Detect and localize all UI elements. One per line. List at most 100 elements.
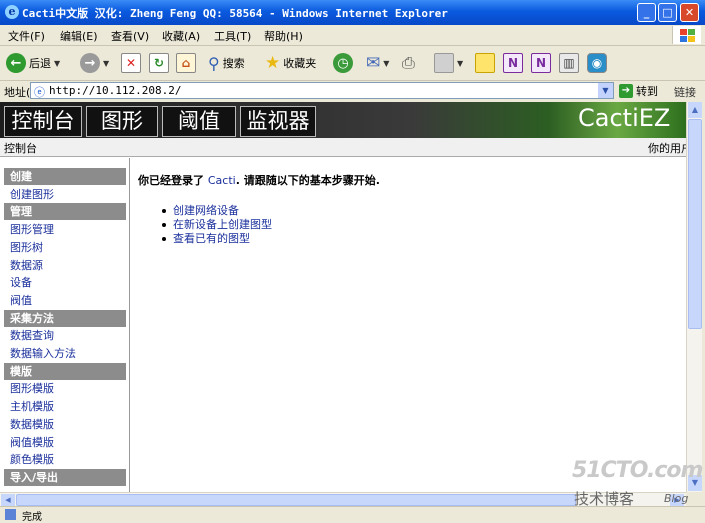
welcome-message: 你已经登录了 Cacti. 请跟随以下的基本步骤开始. (138, 172, 678, 188)
forward-arrow-icon: → (80, 53, 100, 73)
print-icon: ⎙ (402, 53, 415, 72)
close-button[interactable]: ✕ (680, 3, 699, 22)
sidebar-link[interactable]: 数据模版 (10, 416, 54, 433)
vertical-scrollbar[interactable]: ▲ ▼ (686, 102, 702, 492)
window-title: Cacti中文版 汉化: Zheng Feng QQ: 58564 - Wind… (22, 7, 448, 20)
task-link-create-graphs[interactable]: 在新设备上创建图型 (162, 218, 272, 232)
note-button[interactable] (475, 51, 495, 75)
menu-view[interactable]: 查看(V) (111, 28, 149, 44)
welcome-suffix: . 请跟随以下的基本步骤开始. (235, 174, 380, 187)
sidebar-link[interactable]: 数据源 (10, 257, 43, 274)
sidebar-link[interactable]: 图形模版 (10, 380, 54, 397)
main-content: 你已经登录了 Cacti. 请跟随以下的基本步骤开始. 创建网络设备 在新设备上… (138, 172, 678, 245)
sidebar-link[interactable]: 阀值 (10, 292, 32, 309)
sidebar-section-header: 创建 (4, 168, 126, 185)
address-bar: 地址(D) ⓔ ▼ ➔ 转到 链接 (0, 81, 705, 101)
history-icon: ◷ (333, 53, 353, 73)
tab-console[interactable]: 控制台 (4, 106, 82, 137)
onenote-send-button[interactable]: N (531, 51, 551, 75)
sidebar-link[interactable]: 数据查询 (10, 327, 54, 344)
tab-graphs[interactable]: 图形 (86, 106, 158, 137)
menu-bar: 文件(F) 编辑(E) 查看(V) 收藏(A) 工具(T) 帮助(H) (0, 25, 705, 46)
chevron-down-icon[interactable]: ▼ (598, 83, 613, 98)
chevron-down-icon: ▼ (103, 58, 110, 68)
task-list: 创建网络设备 在新设备上创建图型 查看已有的图型 (162, 204, 272, 246)
welcome-prefix: 你已经登录了 (138, 174, 204, 187)
sidebar-section-header: 采集方法 (4, 309, 126, 327)
research-icon: ▥ (559, 53, 579, 73)
scroll-up-icon[interactable]: ▲ (688, 102, 702, 118)
menu-tools[interactable]: 工具(T) (214, 28, 251, 44)
sidebar-section-header: 模版 (4, 362, 126, 380)
forward-button[interactable]: → ▼ (80, 51, 109, 75)
sidebar: 创建 创建图形 管理 图形管理 图形树 数据源 设备 阀值 采集方法 数据查询 数据输入方法 模版 图形… (2, 168, 126, 492)
go-button[interactable]: ➔ 转到 (619, 83, 658, 99)
search-button[interactable]: ⚲ 搜索 (208, 51, 245, 75)
sidebar-section-header: 管理 (4, 203, 126, 221)
sidebar-link[interactable]: 图形树 (10, 239, 43, 256)
chevron-down-icon: ▼ (457, 58, 464, 68)
links-button[interactable]: 链接 (674, 84, 696, 100)
windows-flag-icon (672, 26, 701, 44)
url-input[interactable] (49, 84, 589, 97)
vertical-scroll-thumb[interactable] (688, 119, 702, 329)
messenger-button[interactable]: ◉ (587, 51, 607, 75)
cacti-header: 控制台 图形 阈值 监视器 CactiEZ (0, 102, 686, 138)
menu-favorites[interactable]: 收藏(A) (162, 28, 200, 44)
sidebar-link[interactable]: 设备 (10, 274, 32, 291)
address-field[interactable]: ⓔ ▼ (30, 82, 614, 99)
home-button[interactable]: ⌂ (176, 51, 196, 75)
toolbar: ← 后退 ▼ → ▼ ✕ ↻ ⌂ ⚲ 搜索 ★ 收藏夹 ◷ ✉ ▼ ⎙ ▼ N (0, 46, 705, 81)
scroll-left-icon[interactable]: ◀ (1, 494, 15, 506)
back-button[interactable]: ← 后退 ▼ (6, 51, 60, 75)
sidebar-link[interactable]: 数据输入方法 (10, 345, 76, 362)
research-button[interactable]: ▥ (559, 51, 579, 75)
logged-in-user: 你的用户 (648, 142, 686, 155)
watermark-subtitle: 技术博客 (574, 490, 635, 508)
menu-help[interactable]: 帮助(H) (264, 28, 303, 44)
favorites-button[interactable]: ★ 收藏夹 (265, 51, 316, 75)
task-link-create-device[interactable]: 创建网络设备 (162, 204, 272, 218)
onenote-icon: N (531, 53, 551, 73)
sidebar-link[interactable]: 图形管理 (10, 221, 54, 238)
stop-icon: ✕ (121, 53, 141, 73)
menu-file[interactable]: 文件(F) (8, 28, 45, 44)
sidebar-link[interactable]: 主机模版 (10, 398, 54, 415)
onenote-button[interactable]: N (503, 51, 523, 75)
site-watermark: 51CTO.com 技术博客 Blog (572, 458, 703, 508)
back-label: 后退 (29, 57, 51, 70)
sidebar-link[interactable]: 颜色模版 (10, 451, 54, 468)
title-bar: e Cacti中文版 汉化: Zheng Feng QQ: 58564 - Wi… (0, 0, 705, 25)
horizontal-scroll-thumb[interactable] (16, 494, 576, 506)
task-link-view-graphs[interactable]: 查看已有的图型 (162, 232, 272, 246)
maximize-button[interactable]: □ (658, 3, 677, 22)
edit-icon (434, 53, 454, 73)
print-button[interactable]: ⎙ (402, 51, 415, 75)
edit-button[interactable]: ▼ (434, 51, 463, 75)
ie-icon: e (5, 5, 19, 19)
home-icon: ⌂ (176, 53, 196, 73)
minimize-button[interactable]: _ (637, 3, 656, 22)
sidebar-link[interactable]: 创建图形 (10, 186, 54, 203)
star-icon: ★ (265, 53, 281, 73)
page-icon: ⓔ (34, 86, 45, 99)
search-icon: ⚲ (208, 53, 220, 73)
tab-thresholds[interactable]: 阈值 (162, 106, 236, 137)
tab-monitor[interactable]: 监视器 (240, 106, 316, 137)
onenote-icon: N (503, 53, 523, 73)
refresh-button[interactable]: ↻ (149, 51, 169, 75)
web-page: 控制台 图形 阈值 监视器 CactiEZ 控制台 你的用户 创建创建图形管理图… (0, 102, 686, 492)
search-label: 搜索 (222, 57, 245, 70)
go-label: 转到 (636, 85, 658, 98)
sidebar-link[interactable]: 阀值模版 (10, 434, 54, 451)
mail-button[interactable]: ✉ ▼ (366, 51, 389, 75)
stop-button[interactable]: ✕ (121, 51, 141, 75)
history-button[interactable]: ◷ (333, 51, 353, 75)
welcome-brand: Cacti (207, 174, 236, 187)
cactiez-logo: CactiEZ (578, 104, 671, 132)
favorites-label: 收藏夹 (283, 57, 317, 70)
chevron-down-icon: ▼ (54, 58, 61, 68)
chevron-down-icon: ▼ (383, 58, 390, 68)
go-arrow-icon: ➔ (619, 84, 633, 98)
menu-edit[interactable]: 编辑(E) (60, 28, 98, 44)
